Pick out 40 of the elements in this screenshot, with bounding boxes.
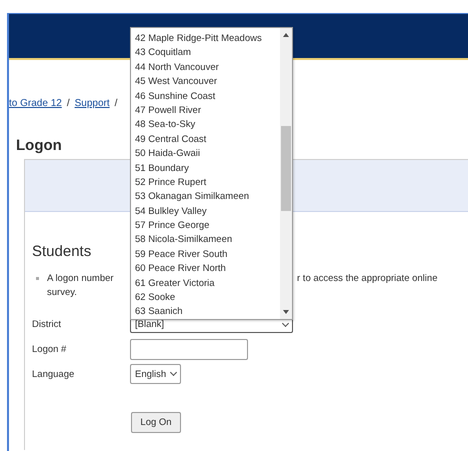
logon-input[interactable] [130,339,248,360]
dropdown-option[interactable]: 59 Peace River South [135,248,277,262]
dropdown-option[interactable]: 42 Maple Ridge-Pitt Meadows [135,32,277,46]
note-text: survey. [47,287,77,300]
dropdown-option[interactable]: 47 Powell River [135,104,277,118]
dropdown-option[interactable]: 43 Coquitlam [135,46,277,61]
scroll-down-icon[interactable] [283,310,289,314]
note-text: A logon number [47,273,114,284]
field-label: Language [32,368,76,380]
dropdown-option[interactable]: 53 Okanagan Similkameen [135,190,277,205]
bullet-icon [36,277,39,280]
section-title: Students [32,243,92,262]
dropdown-option[interactable]: 58 Nicola-Similkameen [135,233,277,248]
page-title: Logon [16,137,62,156]
dropdown-option[interactable]: 44 North Vancouver [135,60,277,76]
note-text: r to access the appropriate online [297,273,438,284]
field-label: Logon # [32,344,68,355]
log-on-button[interactable]: Log On [131,412,181,433]
dropdown-option[interactable]: 45 West Vancouver [135,75,277,90]
dropdown-option[interactable]: 63 Saanich [135,305,277,319]
breadcrumb-link[interactable]: to Grade 12 [9,98,62,108]
scrollbar-thumb[interactable] [281,126,291,211]
dropdown-option[interactable]: 62 Sooke [135,291,277,306]
breadcrumb-separator: / [66,98,70,108]
dropdown-option[interactable]: 48 Sea-to-Sky [135,118,277,133]
dropdown-option[interactable]: 54 Bulkley Valley [135,204,277,220]
dropdown-option[interactable]: 49 Central Coast [135,132,277,148]
scroll-up-icon[interactable] [283,33,289,37]
dropdown-option[interactable]: 51 Boundary [135,162,277,176]
dropdown-option[interactable]: 46 Sunshine Coast [135,90,277,104]
dropdown-option[interactable]: 61 Greater Victoria [135,276,277,292]
dropdown-option[interactable]: 52 Prince Rupert [135,176,277,190]
dropdown-option[interactable]: 60 Peace River North [135,262,277,277]
field-label: District [32,319,62,330]
dropdown-option[interactable]: 57 Prince George [135,219,277,234]
language-select[interactable]: English [130,364,181,384]
scrollbar[interactable] [280,28,292,319]
breadcrumb-link[interactable]: Support [74,98,110,108]
dropdown-option[interactable]: 50 Haida-Gwaii [135,147,277,162]
breadcrumb-separator: / [114,98,118,108]
